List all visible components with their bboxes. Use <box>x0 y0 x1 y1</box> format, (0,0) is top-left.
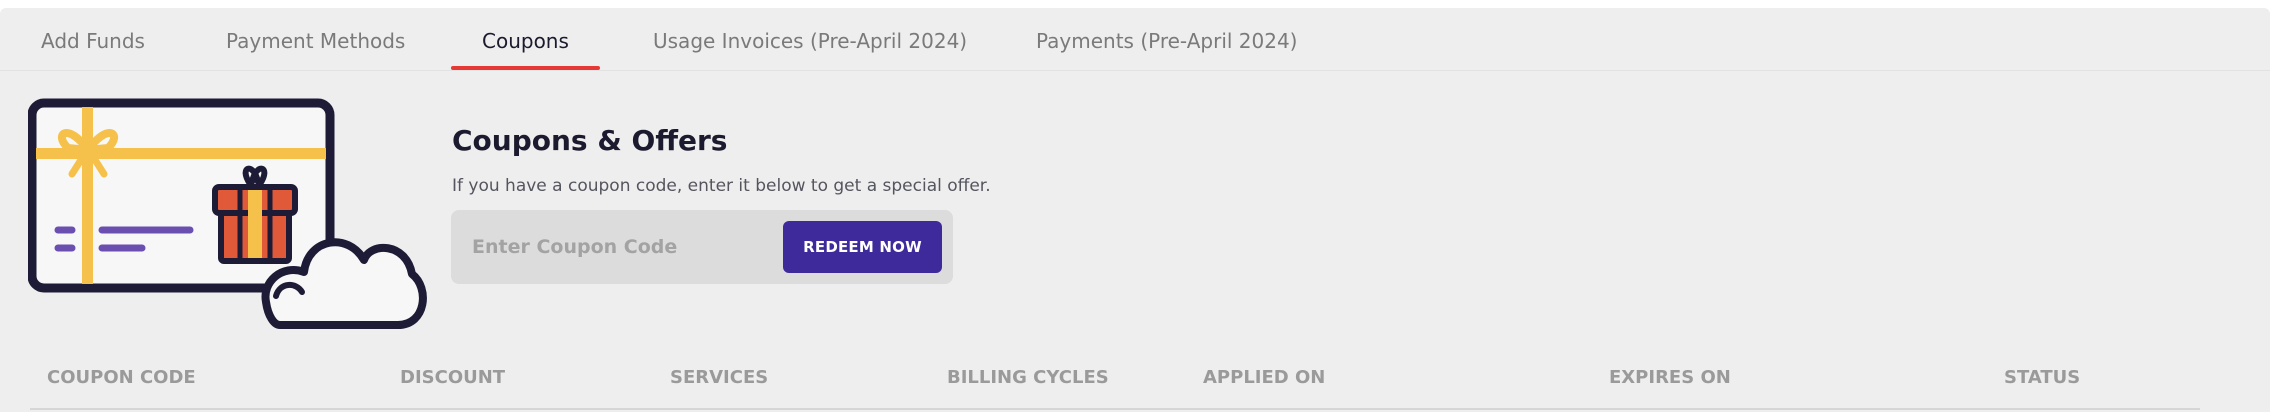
tab-add-funds[interactable]: Add Funds <box>41 8 145 70</box>
column-status: STATUS <box>2004 367 2081 388</box>
column-billing-cycles: BILLING CYCLES <box>947 367 1109 388</box>
tab-coupons[interactable]: Coupons <box>482 8 569 70</box>
coupon-code-input[interactable] <box>451 210 771 284</box>
column-expires-on: EXPIRES ON <box>1609 367 1731 388</box>
coupon-form: REDEEM NOW <box>451 210 953 284</box>
page-subtitle: If you have a coupon code, enter it belo… <box>452 176 991 196</box>
column-coupon-code: COUPON CODE <box>47 367 196 388</box>
redeem-now-button[interactable]: REDEEM NOW <box>783 221 942 273</box>
coupons-table-header: COUPON CODE DISCOUNT SERVICES BILLING CY… <box>30 356 2200 410</box>
gift-card-cloud-icon <box>28 98 427 329</box>
column-services: SERVICES <box>670 367 769 388</box>
column-applied-on: APPLIED ON <box>1203 367 1326 388</box>
tab-usage-invoices[interactable]: Usage Invoices (Pre-April 2024) <box>653 8 967 70</box>
billing-tabs: Add Funds Payment Methods Coupons Usage … <box>0 8 2270 71</box>
active-tab-indicator <box>451 66 600 70</box>
billing-panel: Add Funds Payment Methods Coupons Usage … <box>0 8 2270 412</box>
tab-payment-methods[interactable]: Payment Methods <box>226 8 405 70</box>
tab-payments[interactable]: Payments (Pre-April 2024) <box>1036 8 1297 70</box>
column-discount: DISCOUNT <box>400 367 506 388</box>
page-title: Coupons & Offers <box>452 124 728 157</box>
